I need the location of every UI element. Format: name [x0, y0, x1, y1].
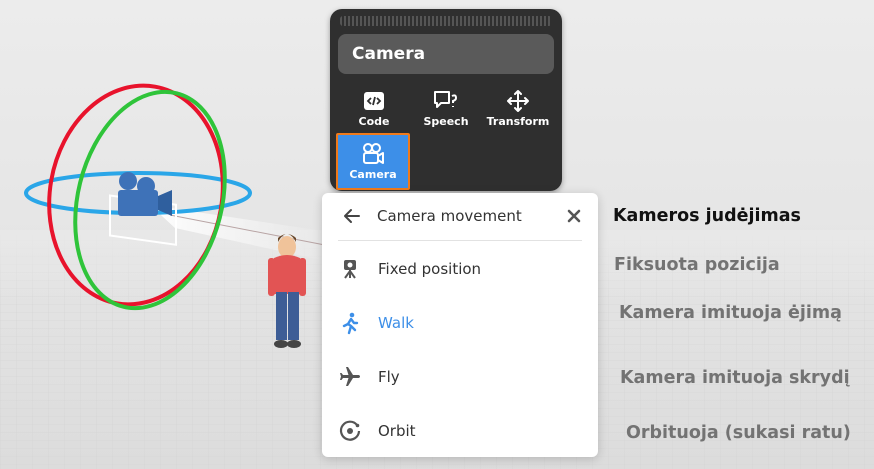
speech-button-label: Speech — [423, 115, 469, 128]
annotation-orbit: Orbituoja (sukasi ratu) — [626, 423, 851, 443]
close-icon[interactable] — [565, 207, 583, 225]
camera-button-label: Camera — [349, 168, 397, 181]
walking-person-icon — [342, 312, 359, 335]
camera-button[interactable]: Camera — [336, 133, 410, 190]
transform-button-label: Transform — [486, 115, 550, 128]
back-arrow-icon[interactable] — [342, 206, 362, 226]
menu-title: Camera movement — [377, 207, 522, 225]
menu-item-label: Walk — [378, 314, 414, 332]
code-button[interactable]: Code — [338, 89, 410, 135]
menu-item-walk[interactable]: Walk — [322, 301, 598, 345]
move-arrows-icon — [507, 90, 529, 112]
menu-item-label: Orbit — [378, 422, 416, 440]
panel-title: Camera — [338, 34, 554, 74]
menu-item-orbit[interactable]: Orbit — [322, 409, 598, 453]
menu-divider — [338, 240, 582, 241]
menu-item-label: Fixed position — [378, 260, 482, 278]
tripod-camera-icon — [344, 260, 356, 279]
code-icon — [364, 92, 384, 110]
video-camera-icon — [363, 143, 384, 164]
annotation-fixed: Fiksuota pozicija — [614, 255, 780, 275]
airplane-icon — [340, 367, 360, 386]
transform-button[interactable]: Transform — [482, 89, 554, 135]
camera-movement-menu: Camera movement Fixed position Walk Fly — [322, 193, 598, 457]
menu-header: Camera movement — [322, 193, 598, 241]
annotation-heading: Kameros judėjimas — [613, 206, 801, 226]
annotation-fly: Kamera imituoja skrydį — [620, 368, 850, 388]
menu-item-fly[interactable]: Fly — [322, 355, 598, 399]
orbit-icon — [339, 420, 361, 441]
menu-item-fixed-position[interactable]: Fixed position — [322, 247, 598, 291]
menu-item-label: Fly — [378, 368, 400, 386]
code-button-label: Code — [358, 115, 390, 128]
speech-bubble-icon — [434, 91, 458, 108]
speech-button[interactable]: Speech — [410, 89, 482, 135]
annotation-walk: Kamera imituoja ėjimą — [619, 303, 842, 323]
panel-drag-handle[interactable] — [340, 16, 552, 26]
